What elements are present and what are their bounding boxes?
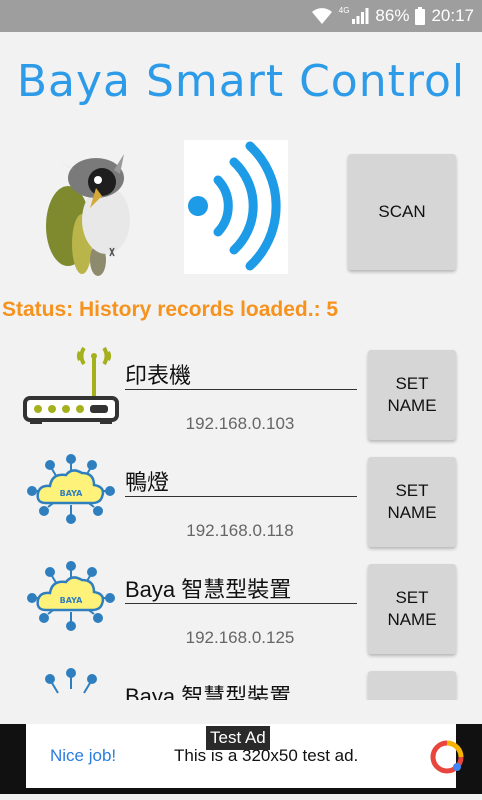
device-name: 印表機 <box>125 363 192 388</box>
ad-nice-job: Nice job! <box>50 746 117 765</box>
bottom-strip <box>0 794 482 800</box>
wifi-logo <box>184 140 288 274</box>
set-name-button[interactable] <box>368 671 456 700</box>
name-underline <box>125 603 357 604</box>
device-ip: 192.168.0.103 <box>185 414 295 433</box>
wifi-icon <box>311 8 332 24</box>
wireless-signal-icon <box>188 141 281 271</box>
set-label: SET <box>395 588 429 607</box>
baya-cloud-label: BAYA <box>60 489 84 498</box>
set-name-button[interactable]: SET NAME <box>368 350 456 440</box>
battery-icon <box>415 7 426 25</box>
battery-percentage: 86% <box>375 6 410 25</box>
app-title: Baya Smart Control <box>16 56 466 107</box>
admob-icon <box>430 740 464 774</box>
signal-icon <box>352 8 369 24</box>
name-label: NAME <box>387 396 437 415</box>
network-type: 4G <box>338 6 350 15</box>
status-text: Status: History records loaded.: 5 <box>2 298 339 321</box>
baya-bird-logo <box>46 154 130 276</box>
set-label: SET <box>395 374 429 393</box>
scan-button[interactable]: SCAN <box>348 154 456 270</box>
test-ad-label: Test Ad <box>206 726 270 750</box>
router-icon <box>23 346 119 424</box>
device-list[interactable]: 印表機 192.168.0.103 SET NAME BAYA 鴨燈 192.1… <box>0 334 482 700</box>
device-row[interactable]: Baya 智慧型裝置 <box>0 655 482 700</box>
device-row[interactable]: BAYA Baya 智慧型裝置 192.168.0.125 SET NAME <box>0 548 482 655</box>
set-name-button[interactable]: SET NAME <box>368 457 456 547</box>
device-name: 鴨燈 <box>125 470 170 495</box>
device-ip: 192.168.0.125 <box>185 628 295 647</box>
name-label: NAME <box>387 610 437 629</box>
device-row[interactable]: BAYA 鴨燈 192.168.0.118 SET NAME <box>0 441 482 548</box>
device-ip: 192.168.0.118 <box>186 521 294 540</box>
set-label: SET <box>395 481 429 500</box>
status-bar: 4G 86% 20:17 <box>0 0 482 32</box>
device-name: Baya 智慧型裝置 <box>125 577 292 602</box>
name-label: NAME <box>387 503 437 522</box>
baya-cloud-icon: BAYA <box>27 454 115 524</box>
name-underline <box>125 496 357 497</box>
clock: 20:17 <box>431 6 474 25</box>
baya-cloud-icon <box>45 668 97 694</box>
name-underline <box>125 389 357 390</box>
baya-cloud-icon: BAYA <box>27 561 115 631</box>
set-name-button[interactable]: SET NAME <box>368 564 456 654</box>
device-name: Baya 智慧型裝置 <box>125 684 292 700</box>
baya-cloud-label: BAYA <box>60 596 84 605</box>
device-row[interactable]: 印表機 192.168.0.103 SET NAME <box>0 334 482 441</box>
